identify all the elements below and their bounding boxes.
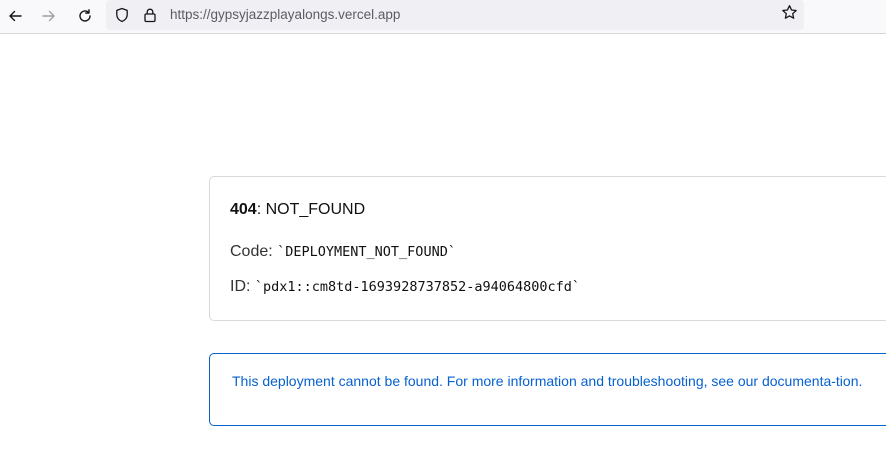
error-title: 404: NOT_FOUND [230, 201, 365, 219]
error-id-value: `pdx1::cm8td-1693928737852-a94064800cfd` [254, 279, 580, 295]
error-id-line: ID: `pdx1::cm8td-1693928737852-a94064800… [230, 278, 580, 296]
reload-button[interactable] [74, 5, 96, 27]
error-id-label: ID: [230, 278, 255, 295]
error-card: 404: NOT_FOUND Code: `DEPLOYMENT_NOT_FOU… [209, 176, 886, 321]
star-icon [781, 4, 798, 26]
lock-icon[interactable] [142, 7, 158, 23]
forward-button[interactable] [38, 5, 60, 27]
reload-icon [77, 8, 93, 24]
arrow-left-icon [7, 8, 23, 24]
error-code-label: Code: [230, 243, 278, 260]
error-status-text: : NOT_FOUND [256, 201, 366, 218]
error-code-line: Code: `DEPLOYMENT_NOT_FOUND` [230, 243, 456, 261]
browser-toolbar: https://gypsyjazzplayalongs.vercel.app [0, 0, 886, 34]
error-status-code: 404 [230, 201, 257, 218]
address-bar[interactable]: https://gypsyjazzplayalongs.vercel.app [106, 0, 804, 30]
url-text[interactable]: https://gypsyjazzplayalongs.vercel.app [170, 7, 400, 22]
error-code-value: `DEPLOYMENT_NOT_FOUND` [277, 244, 456, 260]
info-card: This deployment cannot be found. For mor… [209, 353, 886, 426]
bookmark-button[interactable] [780, 4, 798, 26]
arrow-right-icon [41, 8, 57, 24]
shield-icon[interactable] [114, 7, 130, 23]
info-message: This deployment cannot be found. For mor… [232, 373, 863, 389]
back-button[interactable] [4, 5, 26, 27]
